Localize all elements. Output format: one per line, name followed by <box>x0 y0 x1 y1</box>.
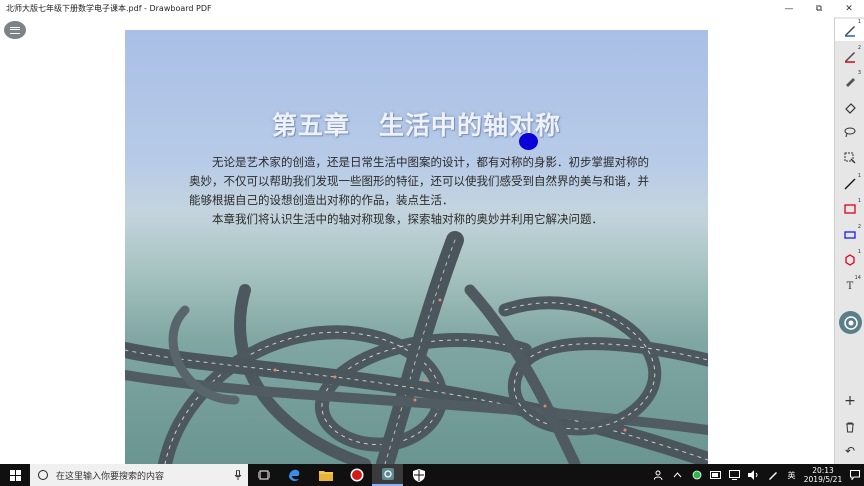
hamburger-menu-button[interactable] <box>4 21 26 39</box>
speech-bubble-glyph <box>849 470 860 480</box>
pen-tool-1[interactable]: 1 <box>835 19 864 41</box>
delete-button[interactable] <box>835 416 864 438</box>
plus-icon: + <box>844 393 856 409</box>
tool-size-label: 1 <box>857 19 861 25</box>
highway-interchange-illustration <box>125 231 708 464</box>
green-circle-glyph <box>692 470 701 480</box>
shield-icon <box>412 468 425 482</box>
search-placeholder: 在这里输入你要搜索的内容 <box>56 471 165 482</box>
touch-mode-button[interactable] <box>839 311 862 334</box>
menu-icon <box>10 26 20 34</box>
tool-size-label: 1 <box>857 198 861 204</box>
chevron-up-icon[interactable] <box>668 464 687 486</box>
battery-icon[interactable] <box>706 464 725 486</box>
pen-glyph <box>768 472 777 480</box>
eraser-tool[interactable] <box>835 96 864 118</box>
volume-icon[interactable] <box>744 464 763 486</box>
intro-paragraph-1: 无论是艺术家的创造，还是日常生活中图案的设计，都有对称的身影．初步掌握对称的奥妙… <box>189 155 649 207</box>
trash-icon <box>846 422 854 433</box>
file-explorer-button[interactable] <box>310 464 341 486</box>
annotation-toolbar: 1 2 3 1 1 2 1 T 14 + ↶ <box>834 17 864 464</box>
line-tool[interactable]: 1 <box>835 173 864 195</box>
chapter-intro: 无论是艺术家的创造，还是日常生活中图案的设计，都有对称的身影．初步掌握对称的奥妙… <box>189 153 649 229</box>
add-page-button[interactable]: + <box>835 390 864 412</box>
clock-date: 2019/5/21 <box>803 475 843 484</box>
intro-paragraph-2: 本章我们将认识生活中的轴对称现象，探索轴对称的奥妙并利用它解决问题． <box>212 212 603 226</box>
network-icon[interactable] <box>725 464 744 486</box>
start-button[interactable] <box>0 464 30 486</box>
task-view-button[interactable] <box>248 464 279 486</box>
undo-icon: ↶ <box>844 444 856 458</box>
text-icon: T <box>846 280 854 292</box>
system-tray: 英 20:13 2019/5/21 <box>649 464 864 486</box>
document-canvas[interactable]: 第五章 生活中的轴对称 无论是艺术家的创造，还是日常生活中图案的设计，都有对称的… <box>0 17 834 464</box>
tool-size-label: 1 <box>857 249 861 255</box>
tool-size-label: 1 <box>857 173 861 179</box>
record-icon <box>350 468 363 482</box>
title-bar: 北师大版七年级下册数学电子课本.pdf - Drawboard PDF — ⧉ … <box>0 0 864 17</box>
lasso-icon <box>844 127 856 138</box>
edge-browser-button[interactable] <box>279 464 310 486</box>
folder-icon <box>318 471 333 481</box>
ink-dot-annotation[interactable] <box>519 133 538 150</box>
lasso-tool[interactable] <box>835 121 864 143</box>
taskbar-search-box[interactable]: 在这里输入你要搜索的内容 <box>30 464 248 486</box>
select-icon <box>844 152 856 164</box>
speaker-glyph <box>748 470 758 480</box>
pen-icon <box>845 52 855 63</box>
chapter-title: 第五章 生活中的轴对称 <box>271 111 562 140</box>
rectangle-tool[interactable]: 1 <box>835 198 864 220</box>
taskbar: 在这里输入你要搜索的内容 英 20:13 2019/5/21 <box>0 464 864 486</box>
eraser-icon <box>845 103 856 114</box>
highlighter-icon <box>846 78 855 87</box>
window-title: 北师大版七年级下册数学电子课本.pdf - Drawboard PDF <box>6 4 212 13</box>
text-tool[interactable]: T 14 <box>835 275 864 297</box>
microphone-icon[interactable] <box>234 470 242 480</box>
recorder-app-button[interactable] <box>341 464 372 486</box>
line-icon <box>844 178 856 190</box>
tool-size-label: 3 <box>857 70 861 76</box>
monitor-glyph <box>729 470 740 480</box>
windows-logo-icon <box>9 469 21 481</box>
touch-icon <box>843 315 858 330</box>
people-icon[interactable] <box>649 464 668 486</box>
pdf-page[interactable]: 第五章 生活中的轴对称 无论是艺术家的创造，还是日常生活中图案的设计，都有对称的… <box>125 30 708 464</box>
minimize-button[interactable]: — <box>774 0 804 17</box>
task-view-icon <box>257 470 270 480</box>
tool-size-label: 14 <box>854 275 861 281</box>
battery-glyph <box>709 471 721 479</box>
drawboard-icon <box>381 468 394 480</box>
person-glyph <box>653 470 662 480</box>
input-language-indicator[interactable]: 英 <box>782 464 801 486</box>
chevron-glyph <box>673 472 682 478</box>
rectangle-icon <box>844 204 856 214</box>
clock[interactable]: 20:13 2019/5/21 <box>801 466 845 484</box>
ellipse-tool[interactable]: 1 <box>835 249 864 271</box>
notifications-icon[interactable] <box>845 464 864 486</box>
pen-tool-3[interactable]: 3 <box>835 70 864 92</box>
clock-time: 20:13 <box>812 466 834 475</box>
cortana-icon <box>38 470 48 480</box>
restore-button[interactable]: ⧉ <box>804 0 834 17</box>
drawboard-app-button[interactable] <box>372 464 403 486</box>
hexagon-icon <box>845 254 855 266</box>
tool-size-label: 2 <box>857 224 861 230</box>
select-tool[interactable] <box>835 147 864 169</box>
pen-icon <box>845 26 855 37</box>
pen-menu-icon[interactable] <box>763 464 782 486</box>
edge-icon <box>289 469 300 481</box>
tool-size-label: 2 <box>857 45 861 51</box>
security-app-button[interactable] <box>403 464 434 486</box>
undo-button[interactable]: ↶ <box>835 440 864 462</box>
close-button[interactable]: ✕ <box>834 0 864 17</box>
rectangle-blue-tool[interactable]: 2 <box>835 224 864 246</box>
pen-tool-2[interactable]: 2 <box>835 45 864 67</box>
app-status-icon[interactable] <box>687 464 706 486</box>
rectangle-icon <box>844 231 856 239</box>
